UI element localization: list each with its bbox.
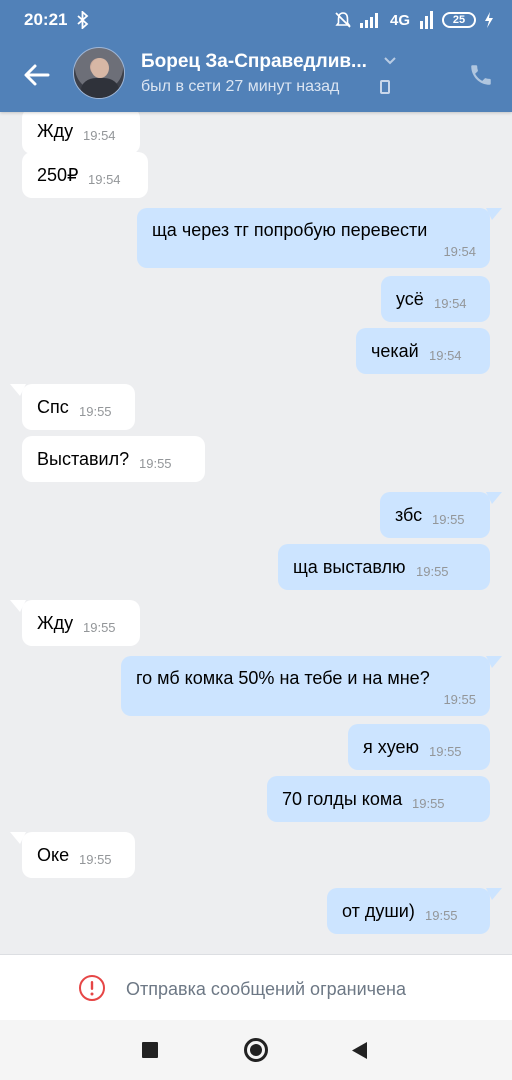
message-time: 19:55 [416, 564, 449, 579]
status-bar: 20:21 4G 25 [0, 0, 512, 38]
message-time: 19:55 [83, 620, 116, 635]
message-text: чекай [371, 341, 419, 361]
message-text: Жду [37, 121, 74, 141]
signal-icon [359, 13, 378, 28]
message-time: 19:55 [139, 456, 172, 471]
message-list: Жду 19:54 250₽ 19:54 ща через тг попробу… [0, 112, 512, 954]
message-outgoing[interactable]: от души) 19:55 [327, 888, 490, 934]
chevron-down-icon[interactable] [383, 56, 397, 66]
message-text: от души) [342, 901, 415, 921]
message-incoming[interactable]: Выставил? 19:55 [22, 436, 205, 482]
contact-name[interactable]: Борец За-Справедлив... [141, 51, 381, 73]
status-time: 20:21 [24, 10, 68, 29]
battery-indicator: 25 [442, 12, 476, 28]
message-time: 19:55 [425, 908, 458, 923]
warning-icon [79, 975, 105, 1001]
message-outgoing[interactable]: ща выставлю 19:55 [278, 544, 490, 590]
wifi-icon [420, 11, 433, 29]
message-text: го мб комка 50% на тебе и на мне? [136, 668, 430, 688]
message-outgoing[interactable]: ща через тг попробую перевести 19:54 [137, 208, 490, 268]
message-time: 19:54 [88, 172, 121, 187]
status-icons: 4G 25 [334, 9, 494, 31]
phone-icon[interactable] [468, 62, 494, 88]
message-outgoing[interactable]: я хуею 19:55 [348, 724, 490, 770]
message-time: 19:55 [412, 796, 445, 811]
message-incoming[interactable]: Спс 19:55 [22, 384, 135, 430]
message-time: 19:55 [443, 692, 476, 707]
message-incoming[interactable]: 250₽ 19:54 [22, 152, 148, 198]
mobile-device-icon [380, 80, 390, 94]
recent-apps-icon[interactable] [142, 1042, 158, 1058]
message-outgoing[interactable]: 70 голды кома 19:55 [267, 776, 490, 822]
message-time: 19:55 [79, 852, 112, 867]
message-text: ща выставлю [293, 557, 406, 577]
message-outgoing[interactable]: збс 19:55 [380, 492, 490, 538]
last-seen-status: был в сети 27 минут назад [141, 78, 340, 95]
network-type: 4G [389, 11, 410, 29]
back-triangle-icon[interactable] [352, 1042, 368, 1059]
restricted-message: Отправка сообщений ограничена [126, 979, 406, 999]
back-arrow-icon[interactable] [22, 60, 52, 90]
message-text: Выставил? [37, 449, 130, 469]
message-text: ща через тг попробую перевести [152, 220, 428, 240]
message-time: 19:55 [432, 512, 465, 527]
message-time: 19:54 [443, 244, 476, 259]
message-time: 19:54 [434, 296, 467, 311]
message-outgoing[interactable]: го мб комка 50% на тебе и на мне? 19:55 [121, 656, 490, 716]
message-text: збс [395, 505, 423, 525]
charging-icon [485, 12, 493, 28]
message-time: 19:54 [429, 348, 462, 363]
message-incoming[interactable]: Жду 19:54 [22, 112, 140, 154]
message-outgoing[interactable]: чекай 19:54 [356, 328, 490, 374]
message-text: 70 голды кома [282, 789, 403, 809]
message-incoming[interactable]: Жду 19:55 [22, 600, 140, 646]
message-time: 19:55 [429, 744, 462, 759]
chat-header: 20:21 4G 25 Борец За-Справедлив... был в… [0, 0, 512, 112]
message-text: усё [396, 289, 424, 309]
message-incoming[interactable]: Оке 19:55 [22, 832, 135, 878]
message-text: Оке [37, 845, 70, 865]
mute-icon [335, 12, 351, 28]
messaging-restricted-banner: Отправка сообщений ограничена [0, 954, 512, 1020]
system-navigation-bar [0, 1020, 512, 1080]
message-time: 19:55 [79, 404, 112, 419]
home-icon[interactable] [244, 1038, 268, 1062]
message-text: я хуею [363, 737, 420, 757]
avatar[interactable] [73, 47, 125, 99]
message-text: Спс [37, 397, 69, 417]
message-time: 19:54 [83, 128, 116, 143]
message-outgoing[interactable]: усё 19:54 [381, 276, 490, 322]
bluetooth-icon [77, 11, 89, 29]
message-text: Жду [37, 613, 74, 633]
message-text: 250₽ [37, 165, 79, 185]
